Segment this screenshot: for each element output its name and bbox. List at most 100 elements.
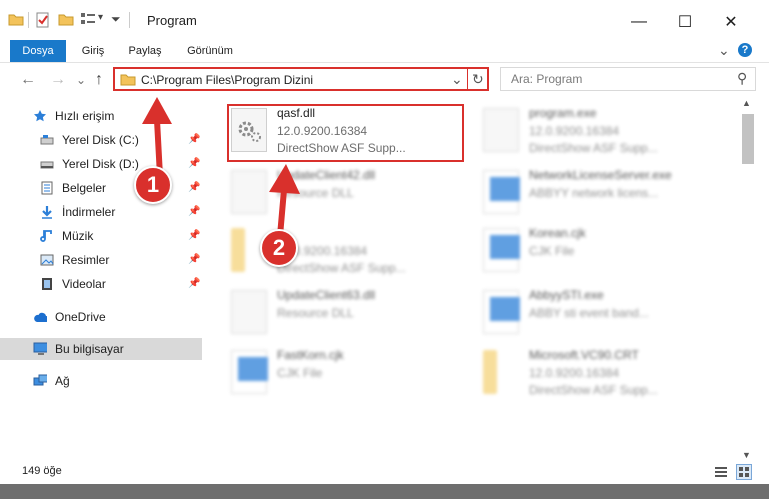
documents-icon [41,181,53,195]
sidebar-item-this-pc[interactable]: Bu bilgisayar [0,338,202,360]
forward-arrow-icon[interactable]: → [50,71,66,89]
folder-icon [120,72,136,89]
folder-icon[interactable] [8,12,24,26]
search-input[interactable]: Ara: Program [511,72,582,86]
file-type: CJK File [277,366,323,380]
blank-file-icon [231,350,268,394]
properties-icon[interactable] [35,12,51,28]
file-version: 12.0.9200.16384 [529,366,620,380]
sidebar-item-music[interactable]: Müzik 📌 [0,225,202,247]
sidebar-item-local-disk-d[interactable]: Yerel Disk (D:) 📌 [0,153,202,175]
sidebar-item-label: Belgeler [62,181,107,195]
details-view-icon[interactable] [714,465,728,482]
file-item-updateclient63-dll[interactable]: UpdateClient63.dll Resource DLL [229,286,464,348]
network-icon [33,374,47,386]
download-icon [42,206,52,219]
ribbon-expand-icon[interactable]: ⌄ [718,42,730,59]
sidebar-item-videos[interactable]: Videolar 📌 [0,273,202,295]
file-version: 12.0.9200.16384 [529,124,620,138]
pin-icon[interactable]: 📌 [188,273,200,295]
status-bar: 149 öğe [0,463,769,483]
new-folder-icon[interactable] [58,12,74,26]
sidebar-item-downloads[interactable]: İndirmeler 📌 [0,201,202,223]
dll-gear-icon [231,290,267,334]
file-type: Resource DLL [277,186,354,200]
file-type: Resource DLL [277,306,354,320]
star-icon [34,110,46,122]
sidebar-item-label: Yerel Disk (D:) [62,157,139,171]
file-item-updateclient42-dll[interactable]: UpdateClient42.dll Resource DLL [229,166,464,228]
scroll-down-icon[interactable]: ▼ [742,450,751,460]
folder-icon [483,350,497,394]
address-path[interactable]: C:\Program Files\Program Dizini [141,73,313,87]
scroll-up-icon[interactable]: ▲ [742,98,751,108]
sidebar-item-quick-access[interactable]: Hızlı erişim [0,105,202,127]
file-item-abbyysti-exe[interactable]: AbbyySTI.exe ABBY sti event band... [481,286,716,348]
sidebar-item-label: Müzik [62,229,94,243]
file-item-fastkorn-cjk[interactable]: FastKorn.cjk CJK File [229,346,464,408]
help-icon[interactable]: ? [738,43,752,57]
file-name: Korean.cjk [529,226,586,240]
dll-gear-icon [231,170,267,214]
sidebar-item-network[interactable]: Ağ [0,370,202,392]
step-badge-2: 2 [260,229,298,267]
file-item-korean-cjk[interactable]: Korean.cjk CJK File [481,224,716,286]
computer-icon [33,342,47,355]
file-item-networklicenseserver-exe[interactable]: NetworkLicenseServer.exe ABBYY network l… [481,166,716,228]
search-icon[interactable]: ⚲ [737,70,747,87]
large-icons-view-icon[interactable] [736,464,752,480]
back-arrow-icon[interactable]: ← [20,71,36,89]
pin-icon[interactable]: 📌 [188,225,200,247]
navigation-pane: Hızlı erişim Yerel Disk (C:) 📌 Yerel Dis… [0,104,205,454]
tab-dosya[interactable]: Dosya [10,40,66,62]
item-count: 149 öğe [22,465,62,477]
sidebar-item-pictures[interactable]: Resimler 📌 [0,249,202,271]
qa-dropdown-icon[interactable]: ▾ [98,12,103,23]
view-options-icon[interactable] [80,12,96,26]
pin-icon[interactable]: 📌 [188,153,200,175]
close-button[interactable]: ✕ [708,8,754,36]
exe-icon [483,108,519,152]
search-box[interactable]: Ara: Program ⚲ [500,67,756,91]
sidebar-item-label: Videolar [62,277,106,291]
file-item-microsoft-vc90-crt[interactable]: Microsoft.VC90.CRT 12.0.9200.16384 Direc… [481,346,716,408]
refresh-icon[interactable]: ↻ [472,71,484,88]
sidebar-item-label: Yerel Disk (C:) [62,133,139,147]
maximize-button[interactable]: ☐ [662,8,708,36]
tab-paylas[interactable]: Paylaş [120,40,170,62]
file-item-program-exe[interactable]: program.exe 12.0.9200.16384 DirectShow A… [481,104,716,166]
pin-icon[interactable]: 📌 [188,201,200,223]
recent-locations-icon[interactable]: ⌄ [76,73,86,87]
up-arrow-icon[interactable]: ↑ [95,71,103,89]
sidebar-item-local-disk-c[interactable]: Yerel Disk (C:) 📌 [0,129,202,151]
cloud-icon [34,312,47,322]
minimize-button[interactable]: — [616,8,662,36]
address-bar[interactable]: C:\Program Files\Program Dizini ⌄ ↻ [113,67,489,91]
sidebar-item-label: Ağ [55,374,70,388]
address-dropdown-icon[interactable]: ⌄ [451,71,463,88]
file-description: DirectShow ASF Supp... [529,141,658,155]
sidebar-item-label: İndirmeler [62,205,116,219]
customize-qa-icon[interactable]: ⏷ [111,12,121,27]
pin-icon[interactable]: 📌 [188,129,200,151]
title-bar: ▾ ⏷ Program — ☐ ✕ [0,0,769,40]
pin-icon[interactable]: 📌 [188,177,200,199]
pin-icon[interactable]: 📌 [188,249,200,271]
sidebar-item-label: Resimler [62,253,110,267]
pictures-icon [40,254,54,266]
file-description: DirectShow ASF Supp... [277,261,406,275]
window-title: Program [147,13,197,28]
app-window-icon [483,290,520,334]
scrollbar-thumb[interactable] [742,114,754,164]
tab-gorunum[interactable]: Görünüm [178,40,242,62]
sidebar-item-onedrive[interactable]: OneDrive [0,306,202,328]
tab-giris[interactable]: Giriş [70,40,116,62]
folder-icon [231,228,245,272]
file-description: ABBYY network licens... [529,186,659,200]
sidebar-item-label: OneDrive [55,310,106,324]
file-name: UpdateClient42.dll [277,168,376,182]
video-icon [42,278,52,290]
file-name: NetworkLicenseServer.exe [529,168,672,182]
app-window-icon [483,170,520,214]
file-name: UpdateClient63.dll [277,288,376,302]
